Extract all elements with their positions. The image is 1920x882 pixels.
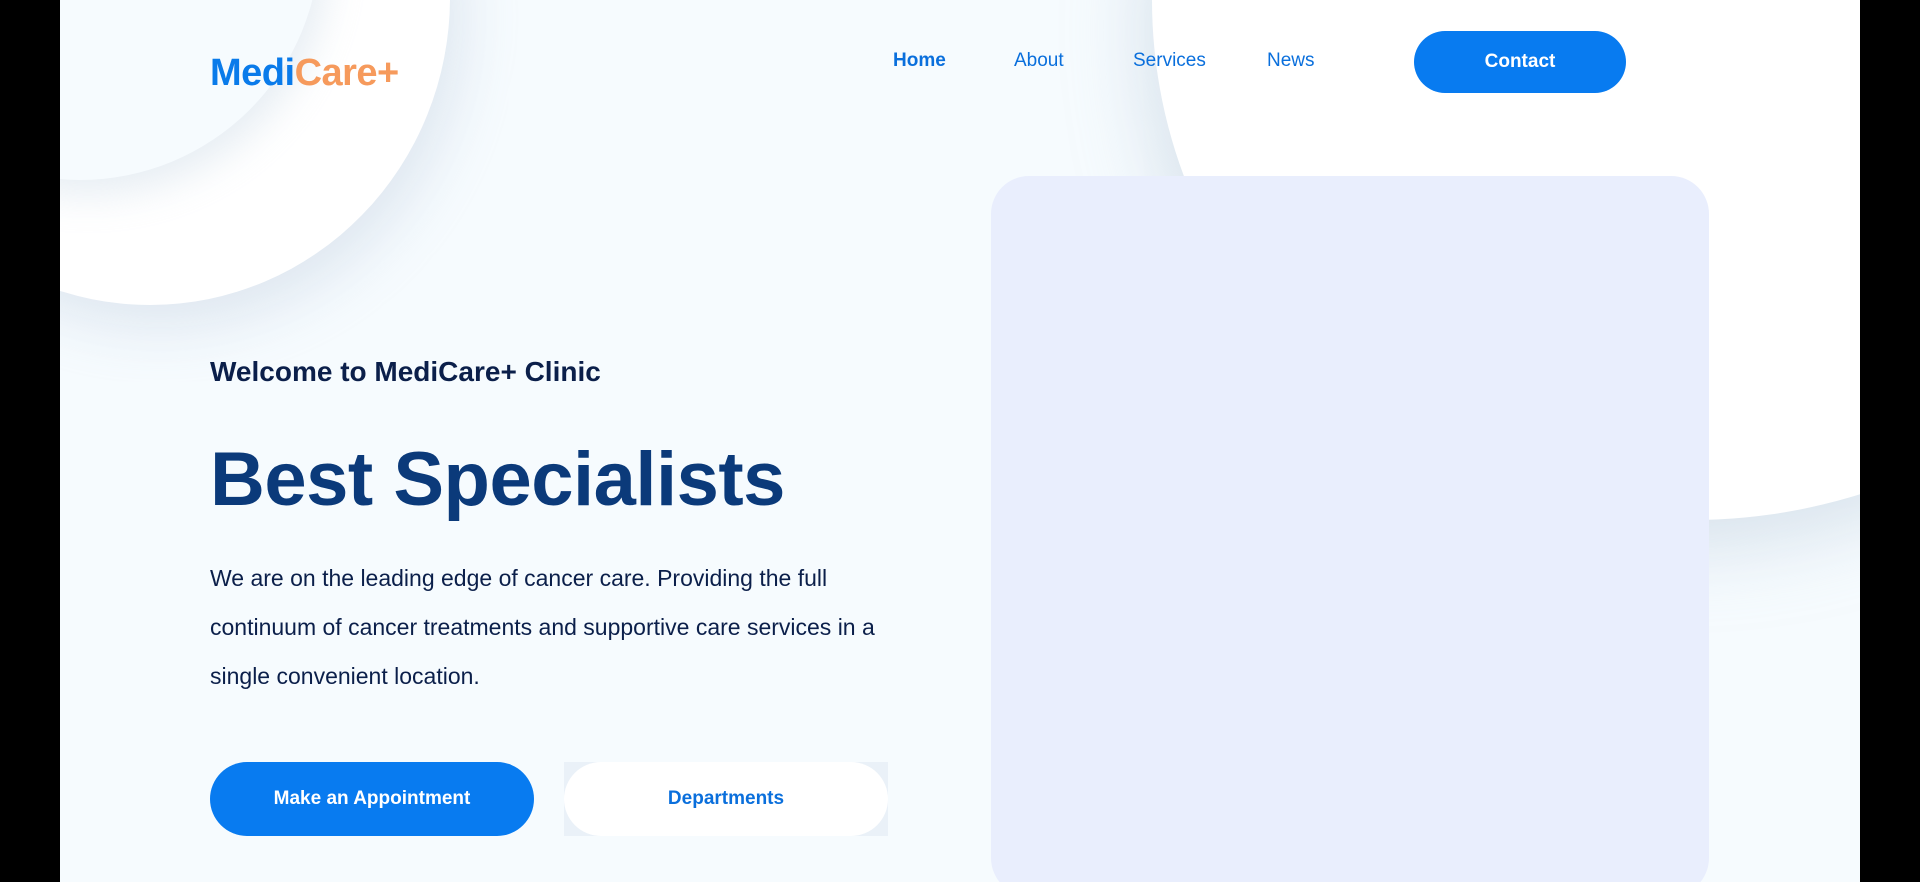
contact-button[interactable]: Contact: [1414, 31, 1626, 93]
hero-headline: Best Specialists: [210, 437, 785, 522]
nav-link-home[interactable]: Home: [893, 50, 946, 72]
hero-image-panel: [991, 176, 1709, 882]
logo-part-care: Care+: [294, 52, 400, 94]
nav-link-news[interactable]: News: [1267, 50, 1315, 72]
hero-description: We are on the leading edge of cancer car…: [210, 565, 875, 689]
page: MediCare+ Home About Services News Conta…: [60, 0, 1860, 882]
nav-link-about[interactable]: About: [1014, 50, 1064, 72]
welcome-heading: Welcome to MediCare+ Clinic: [210, 356, 601, 387]
logo[interactable]: MediCare+: [210, 52, 399, 95]
nav-link-services[interactable]: Services: [1133, 50, 1206, 72]
departments-button[interactable]: Departments: [564, 762, 888, 836]
make-appointment-button[interactable]: Make an Appointment: [210, 762, 534, 836]
logo-part-medi: Medi: [210, 52, 295, 94]
departments-button-wrap: Departments: [564, 762, 888, 836]
